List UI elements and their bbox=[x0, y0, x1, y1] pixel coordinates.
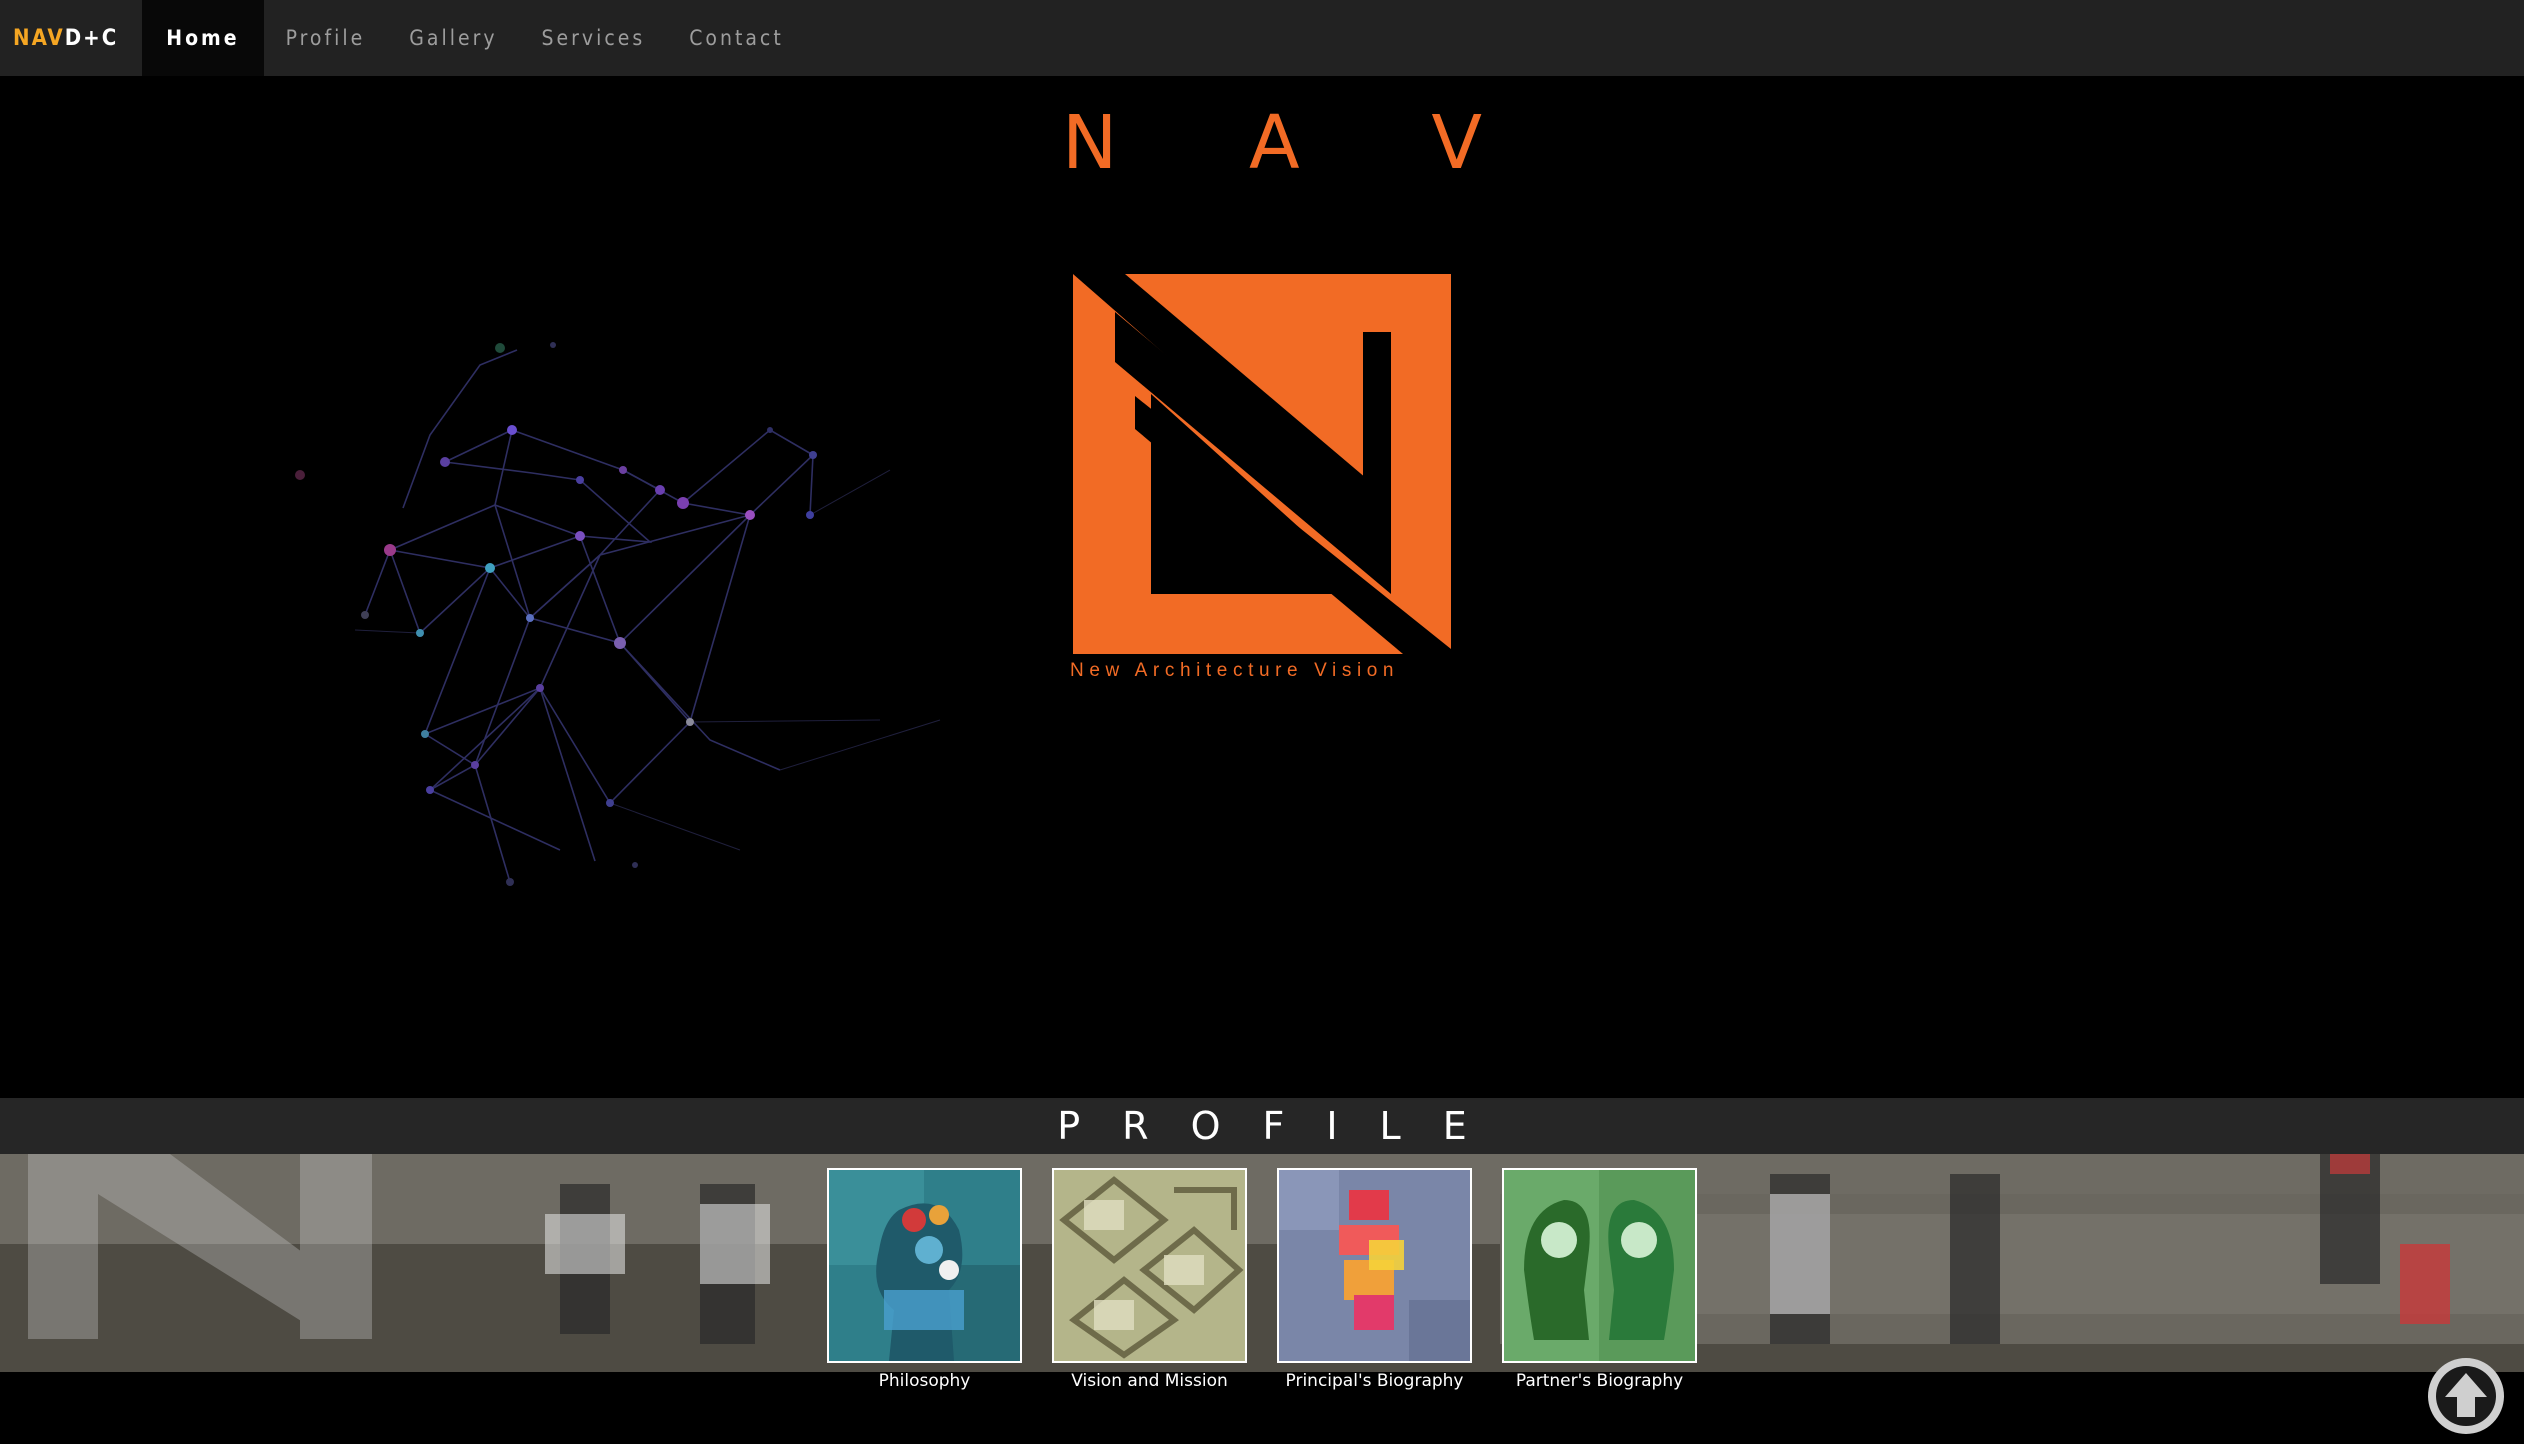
nav-logo-icon bbox=[1073, 274, 1451, 654]
hero-letter-v: V bbox=[1431, 100, 1482, 186]
nav-item-gallery[interactable]: Gallery bbox=[387, 0, 519, 76]
profile-card-philosophy[interactable]: Philosophy bbox=[827, 1168, 1022, 1391]
hero-letter-a: A bbox=[1249, 100, 1300, 186]
nav-item-services[interactable]: Services bbox=[520, 0, 668, 76]
brand-part2: D+C bbox=[64, 25, 119, 51]
principal-biography-label[interactable]: Principal's Biography bbox=[1286, 1371, 1464, 1391]
hero-tagline: New Architecture Vision bbox=[1070, 660, 1400, 681]
profile-card-partner-biography[interactable]: Partner's Biography bbox=[1502, 1168, 1697, 1391]
network-graphic bbox=[295, 342, 941, 886]
principal-biography-thumbnail[interactable] bbox=[1277, 1168, 1472, 1363]
top-navbar: NAV D+C Home Profile Gallery Services Con… bbox=[0, 0, 2524, 76]
partner-biography-label[interactable]: Partner's Biography bbox=[1516, 1371, 1683, 1391]
partner-biography-thumbnail[interactable] bbox=[1502, 1168, 1697, 1363]
vision-mission-label[interactable]: Vision and Mission bbox=[1071, 1371, 1228, 1391]
profile-cards: Philosophy Vision and Mission Principal'… bbox=[827, 1168, 1697, 1391]
scroll-to-top-button[interactable] bbox=[2428, 1358, 2504, 1434]
nav-item-home[interactable]: Home bbox=[142, 0, 264, 76]
arrow-up-circle-icon bbox=[2436, 1366, 2496, 1426]
brand-part1: NAV bbox=[13, 25, 65, 51]
profile-card-vision-mission[interactable]: Vision and Mission bbox=[1052, 1168, 1247, 1391]
profile-card-principal-biography[interactable]: Principal's Biography bbox=[1277, 1168, 1472, 1391]
vision-mission-thumbnail[interactable] bbox=[1052, 1168, 1247, 1363]
philosophy-thumbnail[interactable] bbox=[827, 1168, 1022, 1363]
hero-title: N A V bbox=[1062, 100, 1482, 186]
hero-letter-n: N bbox=[1062, 100, 1118, 186]
nav-item-contact[interactable]: Contact bbox=[667, 0, 806, 76]
profile-section-header: PROFILE bbox=[0, 1098, 2524, 1154]
nav-item-profile[interactable]: Profile bbox=[264, 0, 388, 76]
philosophy-label[interactable]: Philosophy bbox=[879, 1371, 971, 1391]
profile-title: PROFILE bbox=[1057, 1104, 1509, 1148]
brand-logo[interactable]: NAV D+C bbox=[0, 0, 142, 76]
